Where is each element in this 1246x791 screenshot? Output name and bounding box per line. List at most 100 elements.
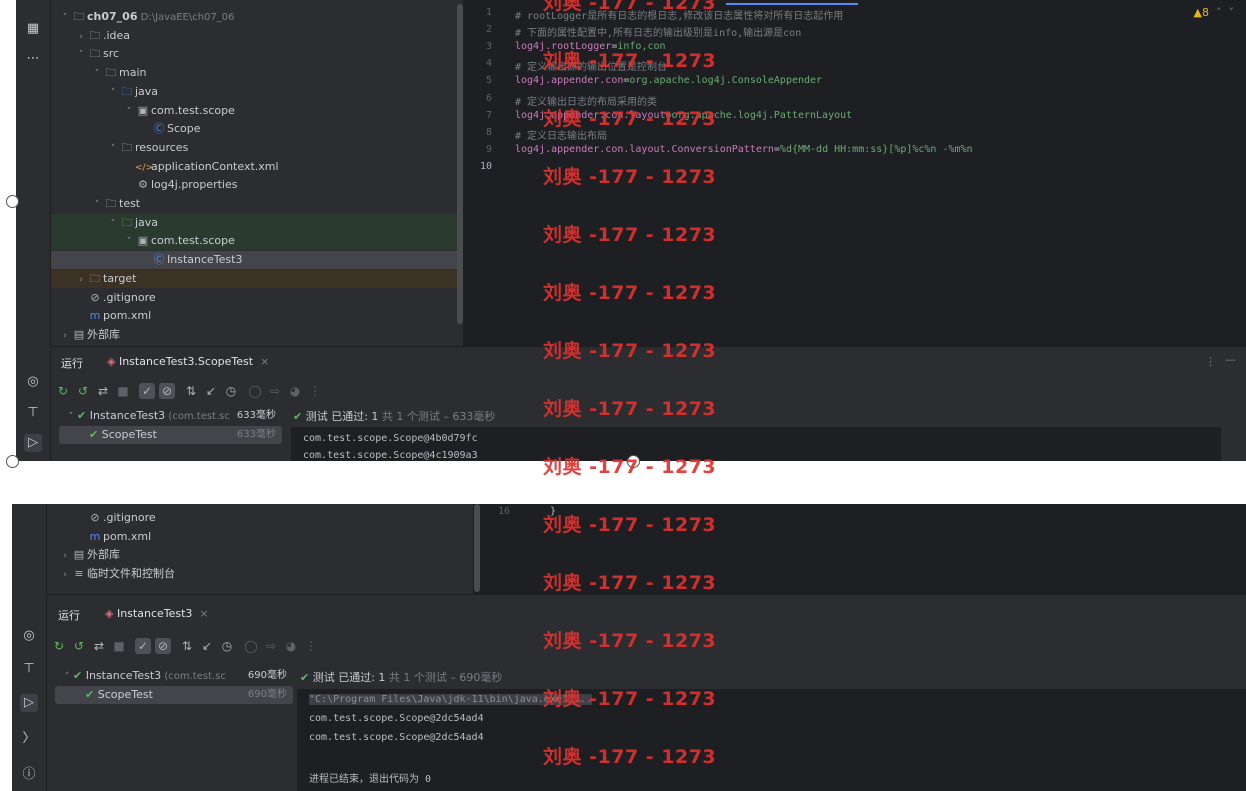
tree-item[interactable]: ⊘ .gitignore xyxy=(51,289,463,307)
rerun-failed-icon[interactable]: ↺ xyxy=(75,383,91,399)
coverage-icon[interactable]: ◕ xyxy=(287,383,303,399)
tree-item[interactable]: ˅ 🗀 src xyxy=(51,45,463,63)
run-icon[interactable]: ▷ xyxy=(20,694,38,712)
tree-item[interactable]: ⊘ .gitignore xyxy=(47,509,473,527)
chevron-right-icon[interactable]: › xyxy=(59,547,71,565)
problems-icon[interactable]: ⓘ xyxy=(20,766,38,784)
toggle-auto-test-icon[interactable]: ⇄ xyxy=(95,383,111,399)
test-tree-item[interactable]: ✔ ScopeTest 690毫秒 xyxy=(55,686,293,704)
chevron-down-icon[interactable]: ˅ xyxy=(91,65,103,83)
tree-item[interactable]: ˅ ▣ com.test.scope xyxy=(51,232,463,251)
stop-icon[interactable]: ■ xyxy=(115,383,131,399)
collapse-icon[interactable]: ↙ xyxy=(199,638,215,654)
tree-item[interactable]: ˅ 🗀 java xyxy=(51,213,463,233)
structure-icon[interactable]: ▦ xyxy=(24,20,42,38)
terminal-icon[interactable]: 〉 xyxy=(20,730,38,748)
build-icon[interactable]: ⊤ xyxy=(24,404,42,422)
tree-item[interactable]: Ⓒ InstanceTest3 xyxy=(51,251,463,270)
bottom-console-output[interactable]: "C:\Program Files\Java\jdk-11\bin\java.e… xyxy=(297,689,1246,791)
tree-item[interactable]: › 🗀 .idea xyxy=(51,27,463,45)
show-ignored-icon[interactable]: ⊘ xyxy=(155,638,171,654)
tree-item[interactable]: ˅ 🗀 resources xyxy=(51,139,463,157)
chevron-up-icon[interactable]: ˄ xyxy=(1213,6,1226,19)
history-icon[interactable]: ◷ xyxy=(223,383,239,399)
chevron-down-icon[interactable]: ˅ xyxy=(107,84,119,102)
chevron-right-icon[interactable]: › xyxy=(75,271,87,289)
tree-scrollbar[interactable] xyxy=(457,4,463,324)
test-tree-item[interactable]: ✔ ScopeTest 633毫秒 xyxy=(59,426,282,444)
rerun-icon[interactable]: ↻ xyxy=(51,638,67,654)
close-icon[interactable]: × xyxy=(196,607,208,620)
bottom-tree-scrollbar[interactable] xyxy=(474,504,480,592)
coverage-icon[interactable]: ◕ xyxy=(283,638,299,654)
chevron-down-icon[interactable]: ˅ xyxy=(61,668,73,686)
build-icon[interactable]: ⊤ xyxy=(20,660,38,678)
stop-icon[interactable]: ■ xyxy=(111,638,127,654)
tree-item[interactable]: › ▤ 外部库 xyxy=(51,326,463,344)
collapse-icon[interactable]: ↙ xyxy=(203,383,219,399)
chevron-down-icon[interactable]: ˅ xyxy=(123,233,135,251)
show-passed-icon[interactable]: ✓ xyxy=(135,638,151,654)
history-icon[interactable]: ◷ xyxy=(219,638,235,654)
tree-item[interactable]: ˅ 🗀 java xyxy=(51,83,463,101)
screenshot-icon[interactable]: ◯ xyxy=(247,383,263,399)
options-icon[interactable]: ⋮ xyxy=(1205,355,1216,368)
chevron-right-icon[interactable]: › xyxy=(75,28,87,46)
test-tree-item[interactable]: ˅ ✔ InstanceTest3 (com.test.sc 633毫秒 xyxy=(59,407,282,425)
console-line: 进程已结束，退出代码为 0 xyxy=(309,774,432,785)
chevron-right-icon[interactable]: › xyxy=(59,566,71,584)
chevron-down-icon[interactable]: ˅ xyxy=(107,140,119,158)
chevron-down-icon[interactable]: ˅ xyxy=(75,46,87,64)
watermark-text: 刘奥 -177 - 1273 xyxy=(543,572,717,594)
resize-handle-left[interactable] xyxy=(6,195,19,208)
run-icon[interactable]: ▷ xyxy=(24,434,42,452)
tree-item[interactable]: Ⓒ Scope xyxy=(51,120,463,138)
tree-item[interactable]: m pom.xml xyxy=(51,307,463,325)
resize-handle-bottom-left[interactable] xyxy=(6,455,19,468)
tree-item[interactable]: › ≡ 临时文件和控制台 xyxy=(47,565,473,583)
more-icon[interactable]: ⋮ xyxy=(307,383,323,399)
show-ignored-icon[interactable]: ⊘ xyxy=(159,383,175,399)
tree-item[interactable]: ˅ 🗀 test xyxy=(51,195,463,213)
close-icon[interactable]: × xyxy=(257,355,269,368)
show-passed-icon[interactable]: ✓ xyxy=(139,383,155,399)
export-icon[interactable]: ⇨ xyxy=(263,638,279,654)
test-name: ScopeTest xyxy=(97,688,153,701)
warnings-indicator[interactable]: ▲8 ˄ ˅ xyxy=(1194,6,1234,19)
rerun-icon[interactable]: ↻ xyxy=(55,383,71,399)
screenshot-icon[interactable]: ◯ xyxy=(243,638,259,654)
toggle-auto-test-icon[interactable]: ⇄ xyxy=(91,638,107,654)
test-tree-item[interactable]: ˅ ✔ InstanceTest3 (com.test.sc 690毫秒 xyxy=(55,667,293,685)
chevron-down-icon[interactable]: ˅ xyxy=(1229,6,1235,19)
tree-item[interactable]: m pom.xml xyxy=(47,528,473,546)
console-output[interactable]: com.test.scope.Scope@4b0d79fc com.test.sc… xyxy=(291,427,1221,461)
sort-icon[interactable]: ⇅ xyxy=(183,383,199,399)
services-icon[interactable]: ◎ xyxy=(20,627,38,645)
tree-item[interactable]: </>applicationContext.xml xyxy=(51,158,463,176)
tree-item[interactable]: › 🗀 target xyxy=(51,269,463,289)
rerun-failed-icon[interactable]: ↺ xyxy=(71,638,87,654)
tree-item[interactable]: ˅ 🗀 ch07_06 D:\JavaEE\ch07_06 xyxy=(51,8,463,26)
resources-folder-icon: 🗀 xyxy=(121,140,133,154)
tab-run-config[interactable]: ◈ InstanceTest3.ScopeTest × xyxy=(107,355,269,368)
tree-item[interactable]: ˅ 🗀 main xyxy=(51,64,463,82)
minimize-icon[interactable]: — xyxy=(1225,353,1236,366)
chevron-down-icon[interactable]: ˅ xyxy=(107,215,119,233)
tree-item[interactable]: › ▤ 外部库 xyxy=(47,546,473,564)
services-icon[interactable]: ◎ xyxy=(24,373,42,391)
chevron-down-icon[interactable]: ˅ xyxy=(123,103,135,121)
export-icon[interactable]: ⇨ xyxy=(267,383,283,399)
run-tab-label: InstanceTest3 xyxy=(116,607,193,620)
tab-run-config[interactable]: ◈ InstanceTest3 × xyxy=(105,607,209,620)
line-number: 16 xyxy=(497,506,510,517)
more-icon[interactable]: ⋮ xyxy=(303,638,319,654)
tree-item[interactable]: ⚙ log4j.properties xyxy=(51,176,463,194)
more-icon[interactable]: ⋯ xyxy=(24,50,42,68)
chevron-down-icon[interactable]: ˅ xyxy=(59,9,71,27)
chevron-down-icon[interactable]: ˅ xyxy=(65,408,77,426)
chevron-down-icon[interactable]: ˅ xyxy=(91,196,103,214)
passed-icon: ✔ xyxy=(73,669,86,682)
sort-icon[interactable]: ⇅ xyxy=(179,638,195,654)
tree-item[interactable]: ˅ ▣ com.test.scope xyxy=(51,102,463,120)
chevron-right-icon[interactable]: › xyxy=(59,327,71,345)
